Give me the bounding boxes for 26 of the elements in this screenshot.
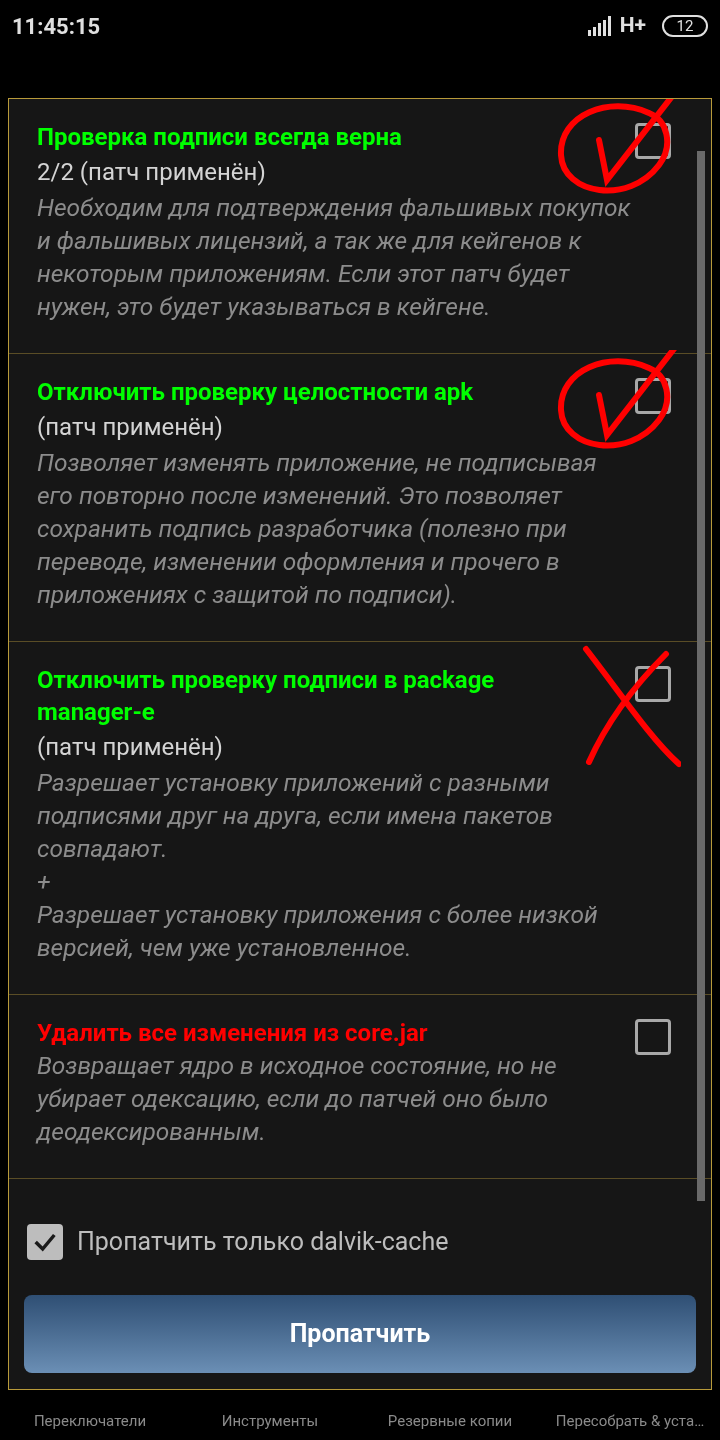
patch-description: Позволяет изменять приложение, не подписывая его повторно после изменений. Это позволяет сохранить подпись разработчика (полезно при переводе, изменении оформления и прочего в приложениях с защитой по подписи). <box>37 447 598 611</box>
nav-tab[interactable]: Переключатели <box>0 1409 180 1432</box>
patch-description: Необходим для подтверждения фальшивых покупок и фальшивых лицензий, а так же для кейгенов к некоторым приложениям. Если этот патч будет нужен, это будет указываться в кейгене. <box>37 192 632 323</box>
nav-tab[interactable]: Резервные копии <box>360 1409 540 1432</box>
patch-description: Возвращает ядро в исходное состояние, но не убирает одексацию, если до патчей оно было деодексированным. <box>37 1050 558 1148</box>
patch-description: Разрешает установку приложений с разными подписями друг на друга, если имена пакетов совпадают. + Разрешает установку приложения с более низкой версией, чем уже установленное. <box>37 767 599 964</box>
clock: 11:45:15 <box>12 12 101 41</box>
patch-status: (патч применён) <box>37 732 224 763</box>
checkbox[interactable] <box>635 378 671 414</box>
battery-indicator: 12 <box>662 15 708 37</box>
patch-button[interactable]: Пропатчить <box>24 1295 696 1373</box>
option-label: Пропатчить только dalvik-cache <box>77 1226 449 1259</box>
patch-title: Отключить проверку целостности apk <box>37 377 475 408</box>
signal-icon <box>587 16 614 36</box>
checkbox[interactable] <box>635 666 671 702</box>
checkbox[interactable] <box>27 1224 63 1260</box>
patch-title: Проверка подписи всегда верна <box>37 122 403 153</box>
checkbox[interactable] <box>635 1019 671 1055</box>
patch-status: (патч применён) <box>37 412 224 443</box>
nav-tab[interactable]: Пересобрать & уста… <box>540 1409 720 1432</box>
patch-status: 2/2 (патч применён) <box>37 157 267 188</box>
patch-title: Отключить проверку подписи в package manager-e <box>37 665 496 728</box>
network-type: H+ <box>619 12 646 40</box>
checkbox[interactable] <box>635 123 671 159</box>
patch-title: Удалить все изменения из core.jar <box>37 1018 429 1049</box>
nav-tab[interactable]: Инструменты <box>180 1409 360 1432</box>
